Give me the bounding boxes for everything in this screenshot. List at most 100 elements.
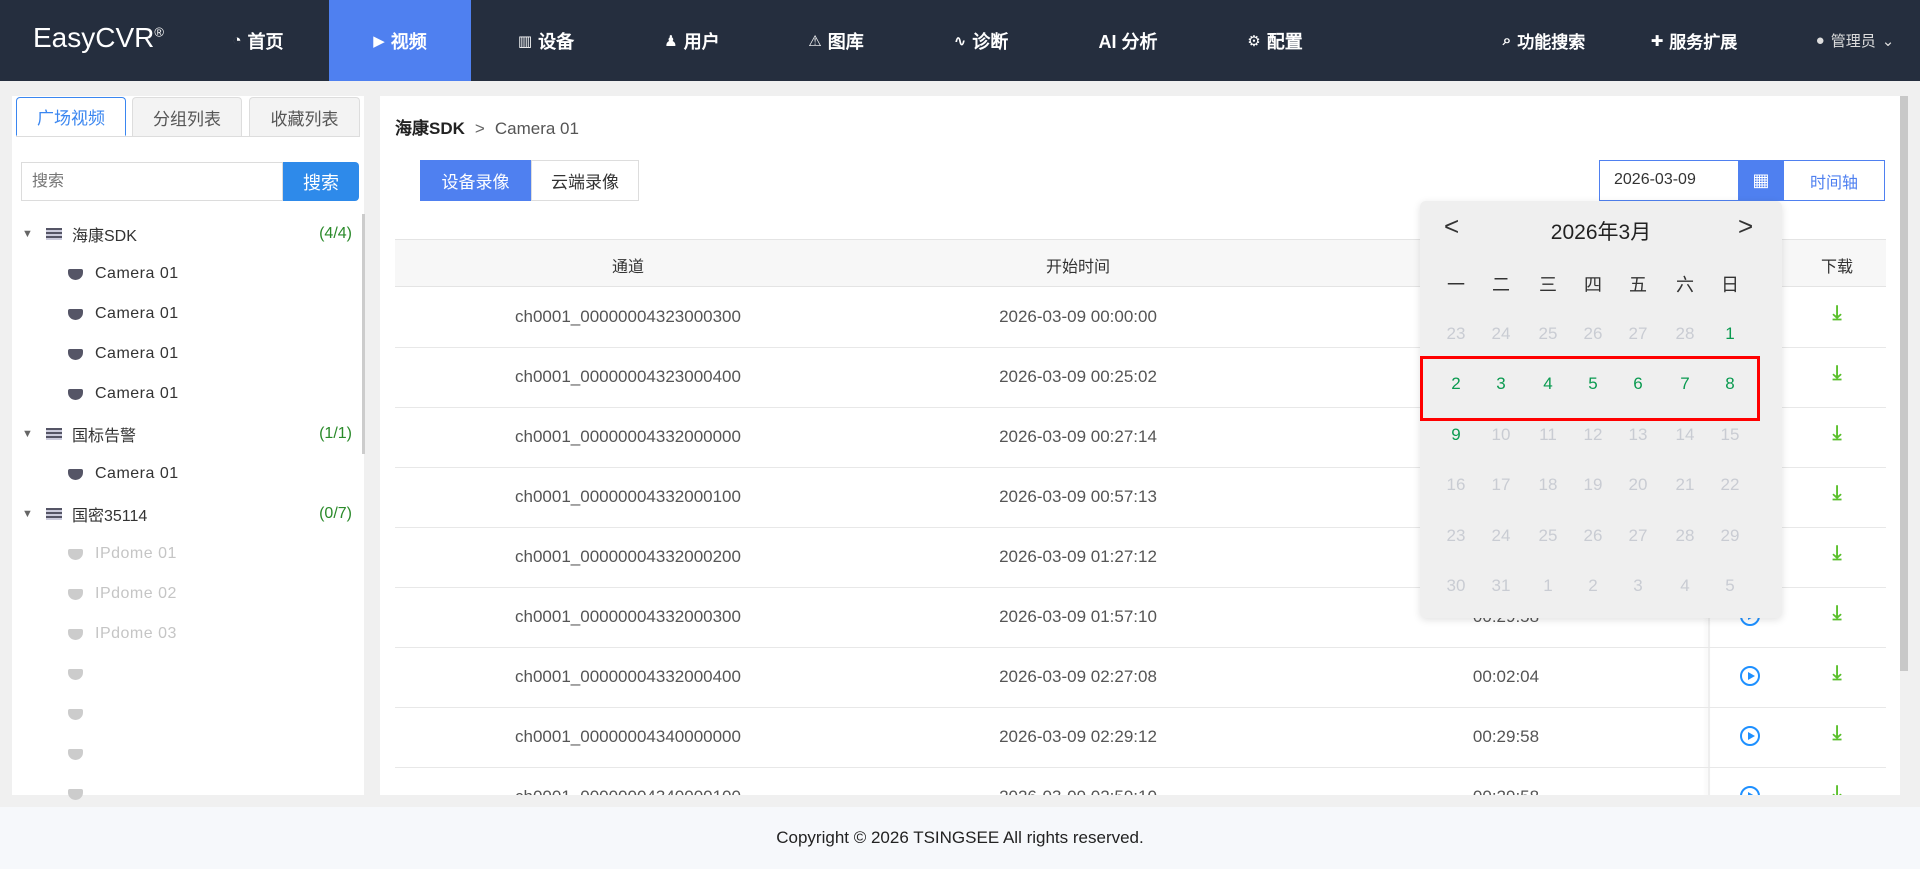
tree-camera[interactable]: Camera 01: [12, 334, 352, 374]
tree-camera[interactable]: IPdome 02: [12, 574, 352, 614]
nav-video[interactable]: ▶ 视频: [329, 0, 471, 81]
user-menu[interactable]: ● 管理员 ⌄: [1805, 0, 1905, 81]
play-icon[interactable]: [1740, 726, 1760, 746]
calendar-day[interactable]: 24: [1492, 324, 1511, 344]
calendar-icon[interactable]: ▦: [1738, 161, 1784, 200]
camera-icon: [68, 588, 83, 600]
calendar-day[interactable]: 1: [1543, 576, 1552, 596]
tree-group[interactable]: ▼ 海康SDK (4/4): [12, 214, 352, 254]
tree-camera[interactable]: [12, 734, 352, 774]
caret-down-icon[interactable]: ▼: [22, 508, 33, 520]
calendar-day[interactable]: 10: [1492, 425, 1511, 445]
calendar-day[interactable]: 19: [1584, 475, 1603, 495]
calendar-day[interactable]: 16: [1447, 475, 1466, 495]
tab-square-video[interactable]: 广场视频: [16, 97, 126, 136]
download-icon[interactable]: ⤓: [1833, 482, 1842, 505]
tree-camera[interactable]: [12, 694, 352, 734]
date-value[interactable]: 2026-03-09: [1614, 171, 1696, 189]
calendar-day[interactable]: 5: [1725, 576, 1734, 596]
calendar-day[interactable]: 22: [1721, 475, 1740, 495]
tab-favorites[interactable]: 收藏列表: [249, 97, 360, 136]
tree-camera[interactable]: [12, 654, 352, 694]
search-input[interactable]: [21, 162, 283, 201]
calendar-day[interactable]: 14: [1676, 425, 1695, 445]
nav-diagnosis[interactable]: ∿ 诊断: [935, 0, 1027, 81]
tree-camera[interactable]: Camera 01: [12, 454, 352, 494]
calendar-day[interactable]: 7: [1680, 374, 1689, 394]
calendar-day[interactable]: 17: [1492, 475, 1511, 495]
nav-users[interactable]: ♟ 用户: [646, 0, 738, 81]
calendar-day[interactable]: 2: [1451, 374, 1460, 394]
caret-down-icon[interactable]: ▼: [22, 228, 33, 240]
calendar-day[interactable]: 9: [1451, 425, 1460, 445]
calendar-day[interactable]: 4: [1543, 374, 1552, 394]
tree-group[interactable]: ▼ 国密35114 (0/7): [12, 494, 352, 534]
tab-group-list[interactable]: 分组列表: [132, 97, 242, 136]
calendar-day[interactable]: 23: [1447, 526, 1466, 546]
calendar-day[interactable]: 1: [1725, 324, 1734, 344]
download-icon[interactable]: ⤓: [1833, 362, 1842, 385]
calendar-day[interactable]: 31: [1492, 576, 1511, 596]
calendar-day[interactable]: 25: [1539, 526, 1558, 546]
download-icon[interactable]: ⤓: [1833, 602, 1842, 625]
nav-home[interactable]: ◔ 首页: [215, 0, 301, 81]
duration-cell: 00:29:58: [1473, 787, 1539, 795]
download-icon[interactable]: ⤓: [1833, 662, 1842, 685]
calendar-day[interactable]: 26: [1584, 526, 1603, 546]
calendar-day[interactable]: 23: [1447, 324, 1466, 344]
calendar-day[interactable]: 18: [1539, 475, 1558, 495]
service-extension[interactable]: ✚ 服务扩展: [1640, 0, 1748, 81]
download-icon[interactable]: ⤓: [1833, 422, 1842, 445]
calendar-day[interactable]: 15: [1721, 425, 1740, 445]
calendar-day[interactable]: 3: [1633, 576, 1642, 596]
calendar-day[interactable]: 30: [1447, 576, 1466, 596]
calendar-day[interactable]: 27: [1629, 324, 1648, 344]
camera-icon: [68, 668, 83, 680]
device-recording-tab[interactable]: 设备录像: [420, 160, 531, 201]
calendar-day[interactable]: 24: [1492, 526, 1511, 546]
calendar-day[interactable]: 5: [1588, 374, 1597, 394]
tree-camera[interactable]: Camera 01: [12, 374, 352, 414]
search-button[interactable]: 搜索: [283, 162, 359, 201]
calendar-day[interactable]: 12: [1584, 425, 1603, 445]
sidebar-scrollbar[interactable]: [362, 214, 365, 454]
nav-ai-analysis[interactable]: AI 分析: [1078, 0, 1178, 81]
date-picker[interactable]: 2026-03-09 ▦ 时间轴: [1599, 160, 1885, 201]
calendar-day[interactable]: 26: [1584, 324, 1603, 344]
nav-devices[interactable]: ▥ 设备: [500, 0, 592, 81]
download-icon[interactable]: ⤓: [1833, 542, 1842, 565]
calendar-day[interactable]: 6: [1633, 374, 1642, 394]
nav-gallery[interactable]: ⚠ 图库: [790, 0, 882, 81]
feature-search[interactable]: ⌕ 功能搜索: [1490, 0, 1598, 81]
calendar-day[interactable]: 28: [1676, 526, 1695, 546]
calendar-day[interactable]: 3: [1496, 374, 1505, 394]
timeline-button[interactable]: 时间轴: [1784, 161, 1884, 200]
tree-camera[interactable]: IPdome 03: [12, 614, 352, 654]
calendar-day[interactable]: 29: [1721, 526, 1740, 546]
calendar-day[interactable]: 27: [1629, 526, 1648, 546]
calendar-day[interactable]: 28: [1676, 324, 1695, 344]
tree-camera[interactable]: Camera 01: [12, 254, 352, 294]
tree-camera[interactable]: Camera 01: [12, 294, 352, 334]
tree-camera[interactable]: IPdome 01: [12, 534, 352, 574]
calendar-day[interactable]: 11: [1539, 425, 1557, 445]
calendar-day[interactable]: 8: [1725, 374, 1734, 394]
play-icon[interactable]: [1740, 666, 1760, 686]
calendar-day[interactable]: 4: [1680, 576, 1689, 596]
download-icon[interactable]: ⤓: [1833, 782, 1842, 795]
download-icon[interactable]: ⤓: [1833, 722, 1842, 745]
nav-config[interactable]: ⚙ 配置: [1229, 0, 1321, 81]
main-scrollbar[interactable]: [1900, 96, 1908, 671]
cloud-recording-tab[interactable]: 云端录像: [531, 160, 639, 201]
breadcrumb-root[interactable]: 海康SDK: [395, 119, 465, 138]
play-icon[interactable]: [1740, 786, 1760, 795]
calendar-day[interactable]: 25: [1539, 324, 1558, 344]
calendar-day[interactable]: 13: [1629, 425, 1648, 445]
calendar-day[interactable]: 2: [1588, 576, 1597, 596]
download-icon[interactable]: ⤓: [1833, 302, 1842, 325]
caret-down-icon[interactable]: ▼: [22, 428, 33, 440]
calendar-day[interactable]: 21: [1676, 475, 1695, 495]
calendar-day[interactable]: 20: [1629, 475, 1648, 495]
nav-label: 用户: [683, 31, 720, 52]
tree-group[interactable]: ▼ 国标告警 (1/1): [12, 414, 352, 454]
